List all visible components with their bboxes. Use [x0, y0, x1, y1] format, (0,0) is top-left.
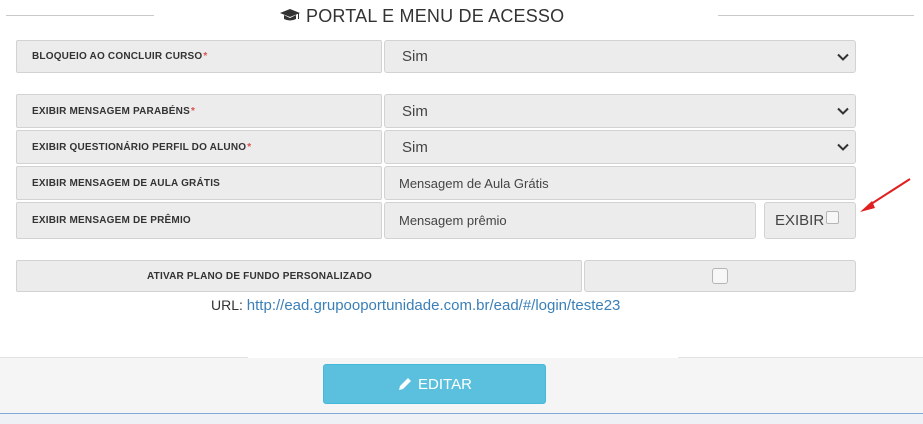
label-exibir-mensagem-parabens: EXIBIR MENSAGEM PARABÉNS * [16, 94, 382, 128]
label-exibir-mensagem-premio: EXIBIR MENSAGEM DE PRÊMIO [16, 202, 382, 239]
chevron-down-icon [837, 143, 849, 151]
exibir-premio-toggle[interactable]: EXIBIR [764, 202, 856, 239]
section-divider-right [718, 15, 914, 16]
url-prefix: URL: [211, 297, 243, 313]
graduation-cap-icon [280, 6, 300, 27]
select-exibir-questionario-perfil[interactable]: Sim [384, 130, 856, 164]
label-exibir-questionario-perfil: EXIBIR QUESTIONÁRIO PERFIL DO ALUNO * [16, 130, 382, 164]
input-value: Mensagem de Aula Grátis [399, 175, 549, 191]
input-value: Mensagem prêmio [399, 213, 507, 228]
arrow-annotation-icon [860, 178, 911, 212]
section-divider-left [6, 15, 154, 16]
url-line: URL: http://ead.grupooportunidade.com.br… [211, 297, 620, 314]
required-marker: * [190, 105, 196, 117]
input-mensagem-premio[interactable]: Mensagem prêmio [384, 202, 756, 239]
required-marker: * [247, 141, 252, 153]
url-link[interactable]: http://ead.grupooportunidade.com.br/ead/… [247, 297, 621, 314]
select-value: Sim [402, 48, 428, 65]
footer-notch [248, 350, 678, 358]
bottom-strip [0, 413, 923, 424]
select-value: Sim [402, 102, 428, 120]
select-bloqueio-concluir-curso[interactable]: Sim [384, 40, 856, 73]
chevron-down-icon [837, 107, 849, 115]
edit-button[interactable]: EDITAR [323, 364, 546, 404]
label-ativar-plano-fundo: ATIVAR PLANO DE FUNDO PERSONALIZADO [16, 260, 582, 292]
label-exibir-mensagem-aula-gratis: EXIBIR MENSAGEM DE AULA GRÁTIS [16, 166, 382, 200]
section-title: PORTAL E MENU DE ACESSO [280, 6, 600, 27]
exibir-premio-label: EXIBIR [775, 212, 825, 229]
pencil-icon [399, 378, 412, 390]
input-mensagem-aula-gratis[interactable]: Mensagem de Aula Grátis [384, 166, 856, 200]
exibir-premio-checkbox[interactable] [826, 211, 840, 224]
required-marker: * [203, 51, 208, 62]
plano-fundo-checkbox[interactable] [712, 268, 728, 284]
section-title-text: PORTAL E MENU DE ACESSO [306, 6, 565, 26]
edit-button-label: EDITAR [418, 375, 472, 393]
select-value: Sim [402, 138, 428, 156]
select-exibir-mensagem-parabens[interactable]: Sim [384, 94, 856, 128]
plano-fundo-toggle[interactable] [584, 260, 856, 292]
label-bloqueio-concluir-curso: BLOQUEIO AO CONCLUIR CURSO * [16, 40, 382, 73]
chevron-down-icon [837, 53, 849, 61]
